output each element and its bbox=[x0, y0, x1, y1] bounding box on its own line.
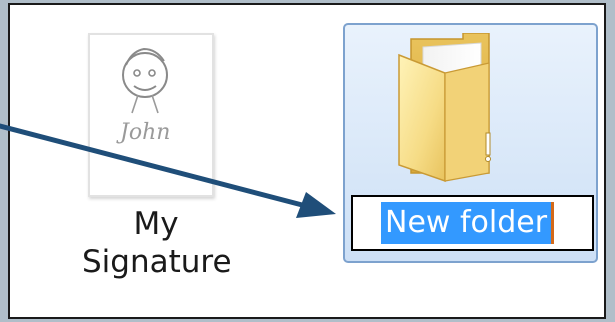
rename-input[interactable]: New folder bbox=[351, 195, 594, 251]
signature-thumbnail: John bbox=[88, 33, 214, 197]
signature-drawing-icon: John bbox=[116, 47, 170, 145]
rename-input-selected-text: New folder bbox=[381, 202, 552, 244]
text-caret bbox=[551, 202, 554, 244]
folder-icon bbox=[393, 32, 513, 187]
file-item-label-line1: My bbox=[133, 206, 179, 242]
file-view-pane: John My Signature New folder bbox=[8, 3, 606, 319]
file-item-label: My Signature bbox=[82, 205, 232, 281]
signature-thumbnail-text: John bbox=[116, 120, 170, 145]
file-item-label-line2: Signature bbox=[82, 244, 232, 280]
file-item-my-signature[interactable]: John My Signature bbox=[82, 33, 232, 303]
